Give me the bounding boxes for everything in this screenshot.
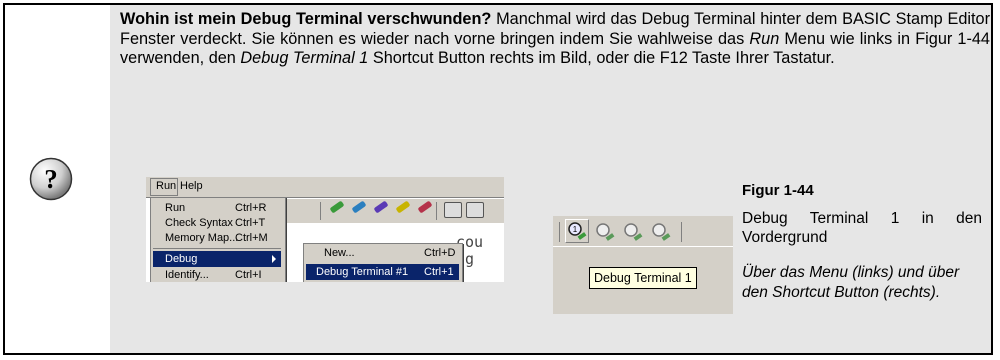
- menu-item-run[interactable]: Run: [165, 200, 185, 216]
- toolbar-separator: [320, 202, 321, 220]
- run-word: Run: [749, 29, 780, 48]
- toolbar-separator: [436, 202, 437, 220]
- menu-item-identify[interactable]: Identify...: [165, 267, 209, 282]
- menubar: Run Help: [146, 177, 504, 198]
- stamp-yellow-icon[interactable]: [395, 200, 411, 214]
- debug-terminal-2-icon[interactable]: [595, 222, 615, 242]
- debug-terminal-4-icon[interactable]: [651, 222, 671, 242]
- svg-text:1: 1: [573, 225, 578, 234]
- menu-item-label: Identify...: [165, 269, 209, 281]
- stamp-red-icon[interactable]: [417, 200, 433, 214]
- terminal-icon[interactable]: [444, 202, 462, 218]
- tooltip: Debug Terminal 1: [589, 267, 697, 289]
- menu-item-check-syntax[interactable]: Check Syntax: [165, 215, 233, 231]
- submenu-item-new[interactable]: New...: [324, 245, 355, 261]
- debug-toolbar: 1: [553, 216, 733, 247]
- menu-item-memory-map[interactable]: Memory Map...: [165, 230, 238, 246]
- menu-separator: [153, 248, 281, 249]
- menu-item-label: Check Syntax: [165, 217, 233, 229]
- menu-item-label: Debug Terminal #1: [316, 266, 409, 278]
- menu-shortcut: Ctrl+D: [424, 247, 456, 259]
- toolbar-separator: [681, 222, 682, 242]
- stamp-green-icon[interactable]: [329, 200, 345, 214]
- tip-sidebar: ?: [5, 5, 110, 353]
- debug-terminal-3-icon[interactable]: [623, 222, 643, 242]
- menu-item-label: Run: [165, 202, 186, 214]
- ide-menu-screenshot: Run Help cou ug Run Ctrl+R Check Syntax: [146, 177, 504, 282]
- debug-terminal-1-icon: 1: [568, 222, 587, 240]
- menu-shortcut: Ctrl+1: [424, 266, 454, 278]
- tip-paragraph: Wohin ist mein Debug Terminal verschwund…: [120, 10, 990, 69]
- svg-text:?: ?: [44, 164, 58, 194]
- debug-submenu: New... Ctrl+D Debug Terminal #1 Ctrl+1: [303, 243, 463, 282]
- debug-terminal-1-button[interactable]: 1: [565, 219, 589, 243]
- menu-item-label: Debug: [165, 253, 198, 265]
- terminal-icon[interactable]: [466, 202, 484, 218]
- submenu-item-debug-terminal-1[interactable]: Debug Terminal #1 Ctrl+1: [306, 264, 459, 280]
- shortcut-screenshot: 1 Debug Terminal 1: [553, 216, 733, 314]
- stamp-blue-icon[interactable]: [351, 200, 367, 214]
- figure-description: Debug Terminal 1 in den Vordergrund: [742, 210, 982, 246]
- tip-title: Wohin ist mein Debug Terminal verschwund…: [120, 10, 492, 28]
- tip-content: Wohin ist mein Debug Terminal verschwund…: [110, 5, 991, 353]
- menubar-run-pressed: [150, 178, 178, 196]
- ide-toolbar: [282, 199, 504, 223]
- toolbar-separator: [559, 222, 560, 242]
- menu-shortcut: Ctrl+T: [235, 217, 266, 229]
- question-mark-icon: ?: [29, 157, 73, 201]
- stamp-purple-icon[interactable]: [373, 200, 389, 214]
- menu-shortcut: Ctrl+R: [235, 202, 267, 214]
- menu-shortcut: Ctrl+M: [235, 232, 268, 244]
- tip-text-3: Shortcut Button rechts im Bild, oder die…: [368, 49, 835, 67]
- tip-box: ? Wohin ist mein Debug Terminal verschwu…: [3, 3, 993, 355]
- shortcut-name: Debug Terminal 1: [240, 49, 369, 67]
- menu-item-debug[interactable]: Debug: [153, 251, 281, 267]
- figure-title: Figur 1-44: [742, 182, 814, 199]
- menubar-help[interactable]: Help: [180, 180, 203, 192]
- submenu-arrow-icon: [272, 255, 276, 263]
- menu-shortcut: Ctrl+I: [235, 269, 262, 281]
- menu-item-label: Memory Map...: [165, 232, 239, 244]
- figure-note: Über das Menu (links) und über den Short…: [742, 264, 960, 301]
- menu-item-label: New...: [324, 247, 355, 259]
- run-menu: Run Ctrl+R Check Syntax Ctrl+T Memory Ma…: [150, 197, 286, 282]
